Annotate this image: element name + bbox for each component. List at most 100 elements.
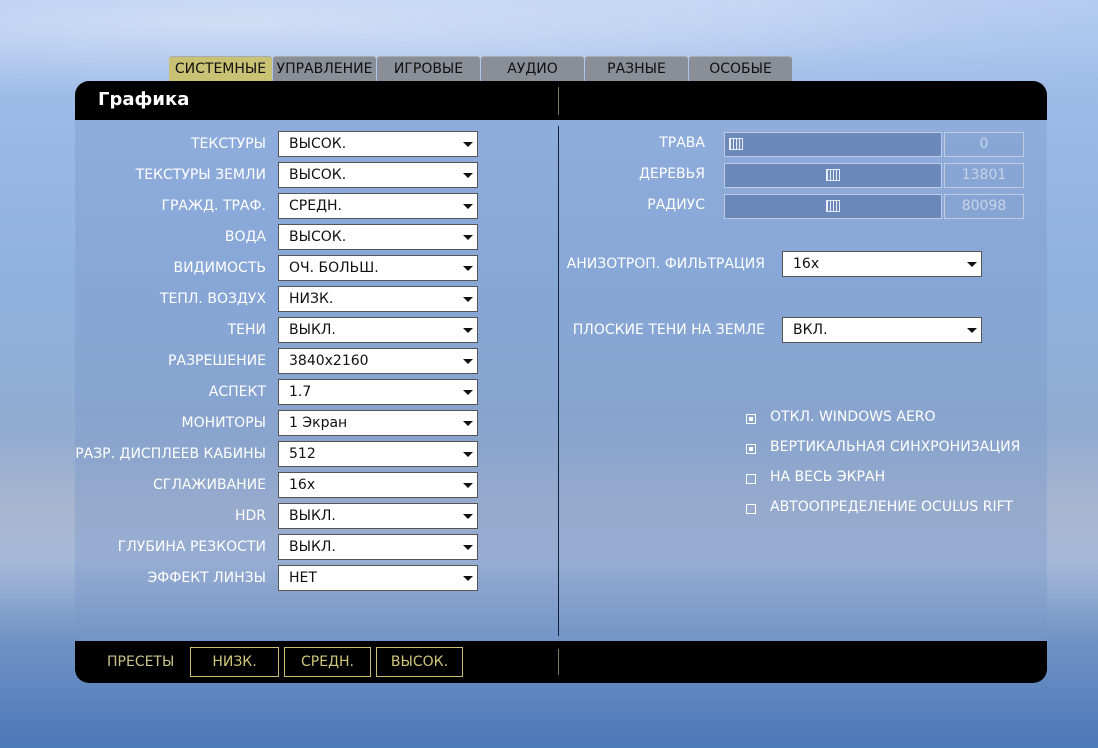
panel-body: ТЕКСТУРЫ ВЫСОК. ТЕКСТУРЫ ЗЕМЛИ ВЫСОК. ГРАЖД.… xyxy=(75,120,1047,641)
setting-label: ВИДИМОСТЬ xyxy=(173,260,266,276)
settings-panel: Графика ТЕКСТУРЫ ВЫСОК. ТЕКСТУРЫ ЗЕМЛИ ВЫСО… xyxy=(75,81,1047,683)
setting-select[interactable]: ВЫСОК. xyxy=(278,224,478,250)
setting-value: 1 Экран xyxy=(289,415,348,431)
anisotropic-filter-select[interactable]: 16x xyxy=(782,251,982,277)
chevron-down-icon xyxy=(463,328,473,333)
setting-label: РАЗРЕШЕНИЕ xyxy=(168,353,266,369)
preset-medium-button[interactable]: СРЕДН. xyxy=(284,647,371,677)
chevron-down-icon xyxy=(463,390,473,395)
setting-select[interactable]: 1.7 xyxy=(278,379,478,405)
setting-value: ОЧ. БОЛЬШ. xyxy=(289,260,379,276)
chevron-down-icon xyxy=(463,173,473,178)
chevron-down-icon xyxy=(967,328,977,333)
section-title: Графика xyxy=(98,89,190,110)
tab-audio[interactable]: АУДИО xyxy=(481,56,584,81)
column-divider xyxy=(558,126,559,636)
chevron-down-icon xyxy=(463,514,473,519)
tab-controls[interactable]: УПРАВЛЕНИЕ xyxy=(273,56,376,81)
checkbox[interactable] xyxy=(746,414,756,424)
checkbox-label[interactable]: НА ВЕСЬ ЭКРАН xyxy=(770,469,885,485)
checkbox[interactable] xyxy=(746,444,756,454)
setting-select[interactable]: НИЗК. xyxy=(278,286,478,312)
chevron-down-icon xyxy=(463,452,473,457)
chevron-down-icon xyxy=(463,235,473,240)
setting-label: РАЗР. ДИСПЛЕЕВ КАБИНЫ xyxy=(75,446,266,462)
setting-value: ВЫКЛ. xyxy=(289,508,336,524)
anisotropic-filter-label: АНИЗОТРОП. ФИЛЬТРАЦИЯ xyxy=(566,256,765,272)
presets-label: ПРЕСЕТЫ xyxy=(107,654,175,670)
setting-value: ВЫСОК. xyxy=(289,167,347,183)
setting-label: ТЕПЛ. ВОЗДУХ xyxy=(159,291,266,307)
preset-low-button[interactable]: НИЗК. xyxy=(190,647,279,677)
header-divider xyxy=(558,87,559,115)
chevron-down-icon xyxy=(463,204,473,209)
slider-thumb[interactable] xyxy=(826,169,840,181)
slider-label: РАДИУС xyxy=(647,197,705,213)
setting-select[interactable]: НЕТ xyxy=(278,565,478,591)
slider-track[interactable] xyxy=(724,194,942,219)
tab-system[interactable]: СИСТЕМНЫЕ xyxy=(169,56,272,81)
anisotropic-filter-value: 16x xyxy=(793,256,820,272)
tab-bar: СИСТЕМНЫЕ УПРАВЛЕНИЕ ИГРОВЫЕ АУДИО РАЗНЫ… xyxy=(169,56,793,81)
chevron-down-icon xyxy=(463,142,473,147)
tab-special[interactable]: ОСОБЫЕ xyxy=(689,56,792,81)
setting-select[interactable]: ОЧ. БОЛЬШ. xyxy=(278,255,478,281)
setting-label: HDR xyxy=(234,508,266,524)
slider-value[interactable]: 13801 xyxy=(944,163,1024,188)
setting-value: ВЫКЛ. xyxy=(289,539,336,555)
slider-track[interactable] xyxy=(724,132,942,157)
slider-track[interactable] xyxy=(724,163,942,188)
setting-select[interactable]: 3840x2160 xyxy=(278,348,478,374)
preset-high-button[interactable]: ВЫСОК. xyxy=(376,647,463,677)
setting-select[interactable]: ВЫКЛ. xyxy=(278,317,478,343)
setting-label: ТЕКСТУРЫ ЗЕМЛИ xyxy=(135,167,266,183)
slider-thumb[interactable] xyxy=(826,200,840,212)
flat-shadows-value: ВКЛ. xyxy=(793,322,828,338)
setting-label: АСПЕКТ xyxy=(208,384,266,400)
flat-shadows-label: ПЛОСКИЕ ТЕНИ НА ЗЕМЛЕ xyxy=(572,322,765,338)
setting-select[interactable]: ВЫКЛ. xyxy=(278,534,478,560)
checkbox[interactable] xyxy=(746,504,756,514)
slider-value[interactable]: 80098 xyxy=(944,194,1024,219)
setting-label: МОНИТОРЫ xyxy=(181,415,266,431)
panel-footer: ПРЕСЕТЫ НИЗК. СРЕДН. ВЫСОК. xyxy=(75,641,1047,683)
setting-label: ЭФФЕКТ ЛИНЗЫ xyxy=(147,570,266,586)
setting-value: НИЗК. xyxy=(289,291,334,307)
setting-value: ВЫКЛ. xyxy=(289,322,336,338)
chevron-down-icon xyxy=(463,483,473,488)
setting-select[interactable]: ВЫСОК. xyxy=(278,131,478,157)
chevron-down-icon xyxy=(463,359,473,364)
slider-label: ДЕРЕВЬЯ xyxy=(638,166,705,182)
chevron-down-icon xyxy=(463,421,473,426)
setting-value: СРЕДН. xyxy=(289,198,342,214)
setting-select[interactable]: 512 xyxy=(278,441,478,467)
setting-select[interactable]: 16x xyxy=(278,472,478,498)
chevron-down-icon xyxy=(463,266,473,271)
checkbox[interactable] xyxy=(746,474,756,484)
tab-misc[interactable]: РАЗНЫЕ xyxy=(585,56,688,81)
setting-label: ТЕКСТУРЫ xyxy=(191,136,266,152)
chevron-down-icon xyxy=(967,262,977,267)
panel-header: Графика xyxy=(75,81,1047,120)
slider-label: ТРАВА xyxy=(659,135,705,151)
setting-label: СГЛАЖИВАНИЕ xyxy=(153,477,266,493)
flat-shadows-select[interactable]: ВКЛ. xyxy=(782,317,982,343)
setting-label: ВОДА xyxy=(224,229,266,245)
setting-select[interactable]: ВЫСОК. xyxy=(278,162,478,188)
setting-label: ГРАЖД. ТРАФ. xyxy=(161,198,266,214)
setting-select[interactable]: ВЫКЛ. xyxy=(278,503,478,529)
setting-select[interactable]: СРЕДН. xyxy=(278,193,478,219)
checkbox-label[interactable]: АВТООПРЕДЕЛЕНИЕ OCULUS RIFT xyxy=(770,499,1013,515)
setting-value: ВЫСОК. xyxy=(289,229,347,245)
slider-thumb[interactable] xyxy=(729,138,743,150)
setting-label: ТЕНИ xyxy=(227,322,266,338)
slider-value[interactable]: 0 xyxy=(944,132,1024,157)
chevron-down-icon xyxy=(463,545,473,550)
chevron-down-icon xyxy=(463,297,473,302)
checkbox-label[interactable]: ОТКЛ. WINDOWS AERO xyxy=(770,409,936,425)
setting-value: 1.7 xyxy=(289,384,312,400)
checkbox-label[interactable]: ВЕРТИКАЛЬНАЯ СИНХРОНИЗАЦИЯ xyxy=(770,439,1020,455)
setting-value: 3840x2160 xyxy=(289,353,369,369)
setting-select[interactable]: 1 Экран xyxy=(278,410,478,436)
tab-gameplay[interactable]: ИГРОВЫЕ xyxy=(377,56,480,81)
